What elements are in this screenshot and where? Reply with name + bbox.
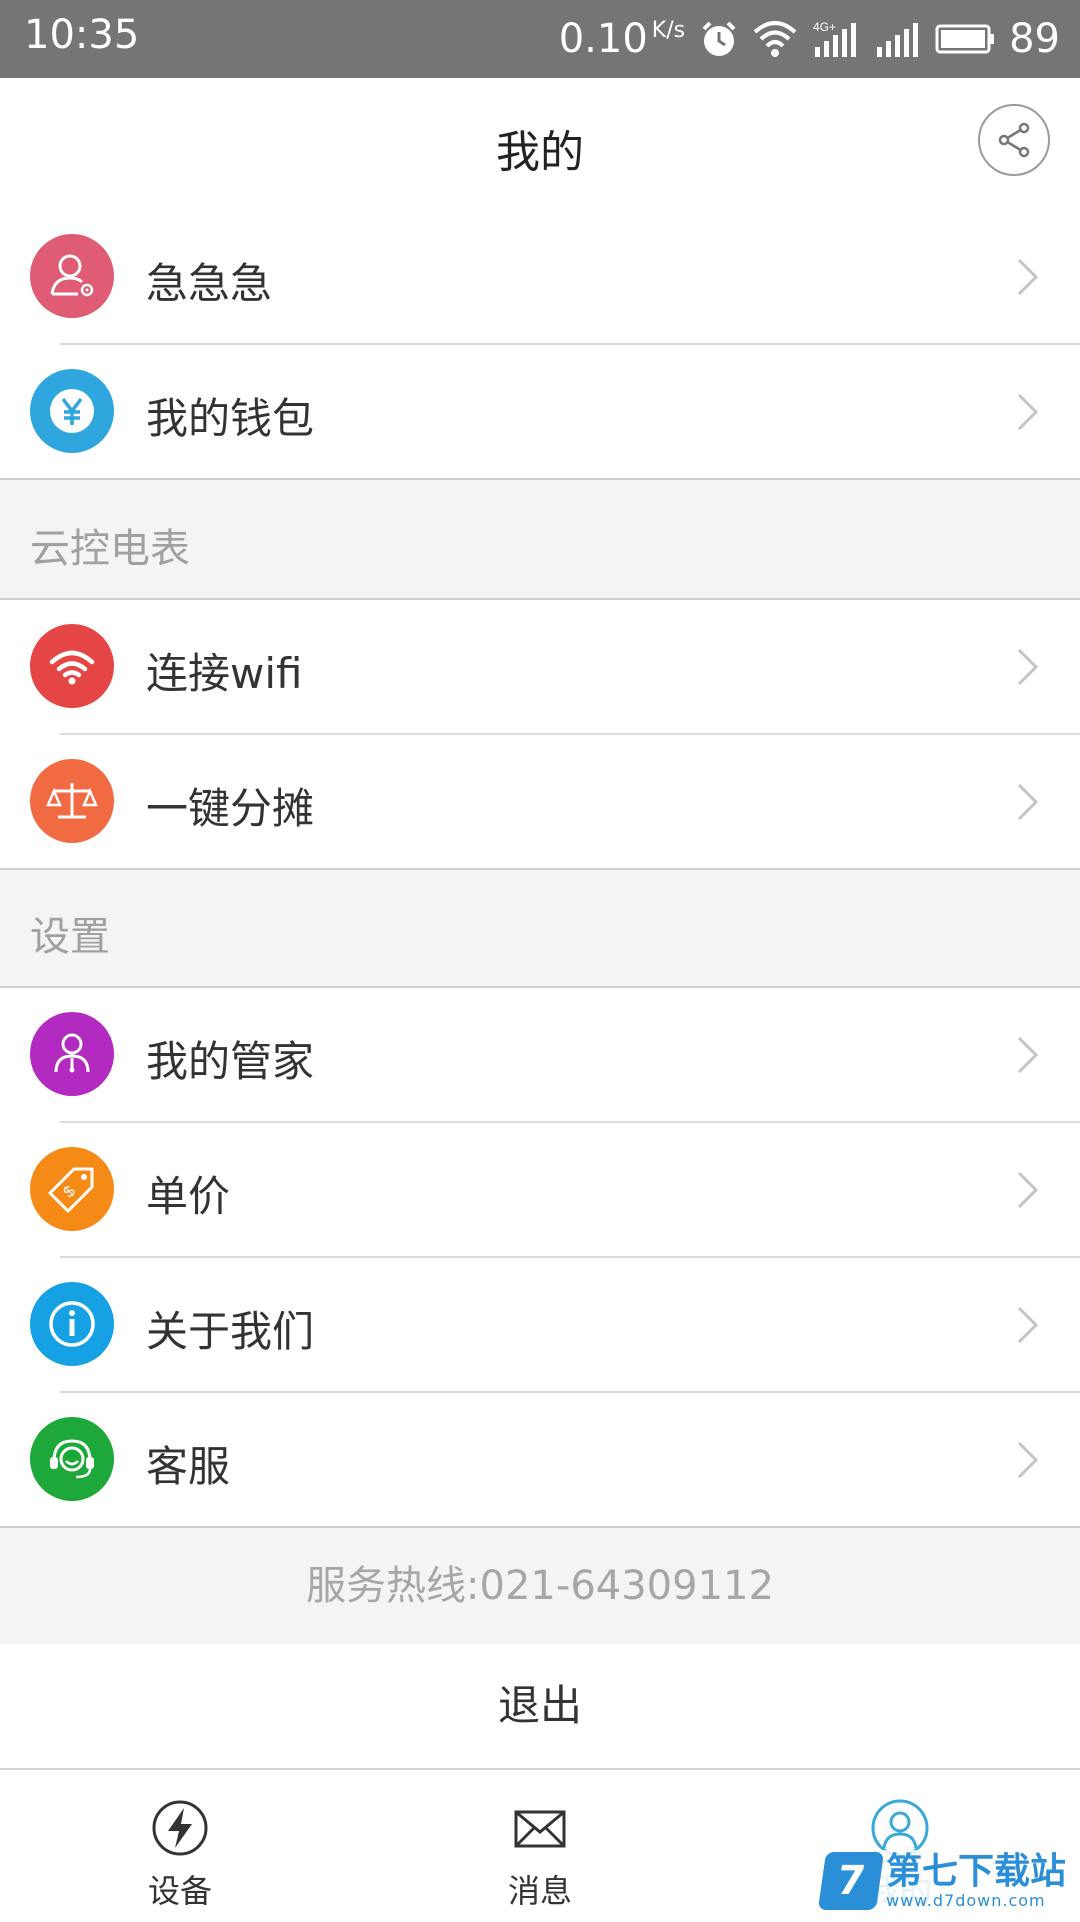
svg-text:4G+: 4G+ <box>813 20 836 34</box>
wifi-icon <box>753 21 797 57</box>
wifi-icon <box>30 624 114 708</box>
signal-icon <box>877 23 919 57</box>
list-item-profile[interactable]: 急急急 <box>0 210 1080 344</box>
chevron-right-icon <box>1017 783 1039 821</box>
headset-icon <box>30 1417 114 1501</box>
share-icon <box>998 122 1030 158</box>
svg-text:$: $ <box>61 1183 79 1201</box>
envelope-icon <box>514 1810 566 1848</box>
price-tag-icon: $ <box>30 1147 114 1231</box>
status-bar: 10:35 0.10 K/s 4G+ 89 <box>0 0 1080 78</box>
watermark-title: 第七下载站 <box>885 1850 1066 1892</box>
list-item-one-click-split[interactable]: 一键分摊 <box>0 735 1080 869</box>
nav-label: 消息 <box>507 1872 572 1910</box>
section-title: 云控电表 <box>30 526 190 572</box>
chevron-right-icon <box>1017 1306 1039 1344</box>
chevron-right-icon <box>1017 648 1039 686</box>
chevron-right-icon <box>1017 258 1039 296</box>
logout-button[interactable]: 退出 <box>0 1644 1080 1768</box>
watermark-badge: 7 <box>817 1852 885 1910</box>
list-item-customer-service[interactable]: 客服 <box>0 1393 1080 1527</box>
status-time: 10:35 <box>24 12 140 58</box>
nav-label: 设备 <box>147 1872 212 1910</box>
user-icon <box>871 1799 929 1857</box>
lightning-icon <box>152 1800 208 1856</box>
list-item-wallet[interactable]: 我的钱包 <box>0 345 1080 479</box>
signal-4g-icon: 4G+ <box>813 20 857 57</box>
alarm-icon <box>702 21 736 56</box>
chevron-right-icon <box>1017 1441 1039 1479</box>
user-settings-icon <box>30 234 114 318</box>
info-icon <box>30 1282 114 1366</box>
page-title: 我的 <box>496 127 584 178</box>
status-right: 0.10 K/s 4G+ 89 <box>545 12 1060 66</box>
chevron-right-icon <box>1017 1171 1039 1209</box>
section-header-cloud-meter: 云控电表 <box>0 480 1080 598</box>
watermark-url: www.d7down.com <box>885 1890 1046 1910</box>
net-speed: 0.10 K/s <box>558 16 686 62</box>
battery-icon <box>935 24 995 54</box>
list-item-label: 我的管家 <box>146 1037 315 1086</box>
nav-tab-devices[interactable]: 设备 <box>0 1770 360 1922</box>
list-item-label: 我的钱包 <box>146 394 315 443</box>
chevron-right-icon <box>1017 393 1039 431</box>
list-item-label: 一键分摊 <box>146 784 315 833</box>
list-item-label: 急急急 <box>146 259 273 308</box>
list-item-unit-price[interactable]: $ 单价 <box>0 1123 1080 1257</box>
section-title: 设置 <box>30 914 110 960</box>
chevron-right-icon <box>1017 1036 1039 1074</box>
list-item-label: 单价 <box>146 1172 231 1221</box>
header: 我的 <box>0 78 1080 212</box>
list-item-about-us[interactable]: 关于我们 <box>0 1258 1080 1392</box>
share-button[interactable] <box>978 104 1050 176</box>
list-item-label: 连接wifi <box>146 649 303 698</box>
service-hotline[interactable]: 服务热线:021-64309112 <box>0 1528 1080 1644</box>
battery-level: 89 <box>1009 16 1060 62</box>
list-item-label: 关于我们 <box>146 1307 315 1356</box>
balance-scale-icon <box>30 759 114 843</box>
nav-tab-messages[interactable]: 消息 <box>360 1770 720 1922</box>
list-item-connect-wifi[interactable]: 连接wifi <box>0 600 1080 734</box>
section-header-settings: 设置 <box>0 870 1080 986</box>
watermark-logo: 7 第七下载站 www.d7down.com <box>815 1850 1072 1912</box>
list-item-label: 客服 <box>146 1442 231 1491</box>
person-icon <box>30 1012 114 1096</box>
yuan-icon <box>30 369 114 453</box>
list-item-my-butler[interactable]: 我的管家 <box>0 988 1080 1122</box>
